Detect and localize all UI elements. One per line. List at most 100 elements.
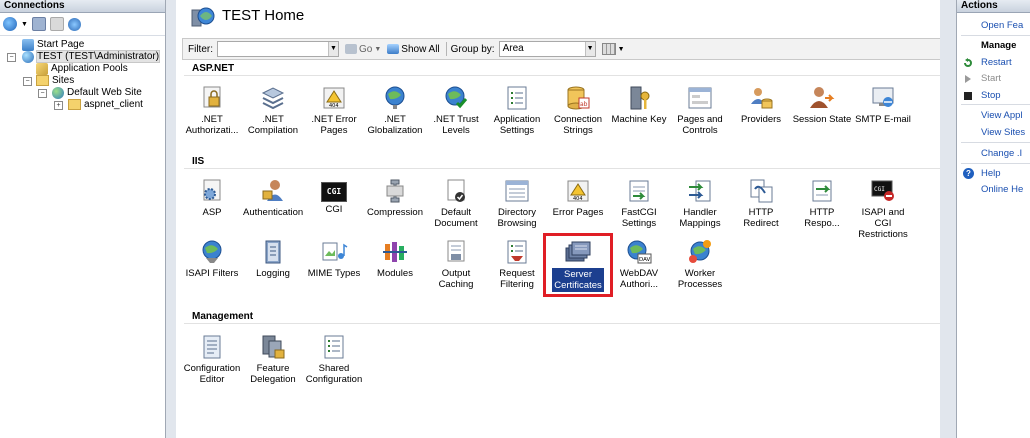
folder-icon [68,99,81,110]
restart-icon [963,58,973,68]
modules-icon [381,238,409,266]
collapse-toggle-default-web-site[interactable]: − [38,89,47,98]
worker-globe-icon [686,238,714,266]
tree-node-aspnet-client[interactable]: aspnet_client [68,98,143,111]
features-view: TEST Home Filter: ▼ Go ▼ Show All Group … [176,0,942,438]
chevron-down-icon[interactable]: ▼ [328,42,338,56]
go-icon [345,44,357,54]
feature-net-error-pages[interactable]: 404 .NET Error Pages [304,84,364,136]
disconnect-icon[interactable] [67,17,81,31]
feature-configuration-editor[interactable]: Configuration Editor [182,333,242,385]
feature-isapi-cgi-restrictions[interactable]: CGI ISAPI and CGI Restrictions [853,177,913,240]
window-controls-icon [686,84,714,112]
browser-list-icon [503,177,531,205]
view-sites-link[interactable]: View Sites [981,127,1025,138]
clamp-icon [381,177,409,205]
start-link[interactable]: Start [981,73,1001,84]
feature-session-state[interactable]: Session State [792,84,852,125]
feature-modules[interactable]: Modules [365,238,425,279]
section-management: Management [192,311,254,322]
chevron-down-icon[interactable]: ▼ [21,21,28,28]
feature-net-trust-levels[interactable]: .NET Trust Levels [426,84,486,136]
stop-link[interactable]: Stop [981,90,1001,101]
view-mode-button[interactable]: ▼ [601,43,625,55]
chevron-down-icon[interactable]: ▼ [584,42,595,56]
chevron-down-icon: ▼ [374,45,382,53]
feature-machine-key[interactable]: Machine Key [609,84,669,125]
feature-fastcgi-settings[interactable]: FastCGI Settings [609,177,669,229]
mapping-arrows-icon [686,177,714,205]
feature-connection-strings[interactable]: ab Connection Strings [548,84,608,136]
feature-output-caching[interactable]: Output Caching [426,238,486,290]
sites-folder-icon [36,75,49,86]
feature-default-document[interactable]: Default Document [426,177,486,229]
log-book-icon [259,238,287,266]
actions-pane: Actions Open Fea Manage Restart Start St… [956,0,1030,438]
feature-server-certificates[interactable]: Server Certificates [543,233,613,297]
online-help-link[interactable]: Online He [981,184,1023,195]
go-button[interactable]: Go ▼ [345,44,381,55]
feature-directory-browsing[interactable]: Directory Browsing [487,177,547,229]
lock-document-icon [198,84,226,112]
pane-splitter-left[interactable] [166,0,176,438]
feature-webdav-authoring[interactable]: DAV WebDAV Authori... [609,238,669,290]
section-iis: IIS [192,156,205,167]
users-database-icon [747,84,775,112]
show-all-button[interactable]: Show All [387,44,440,55]
expand-toggle-aspnet-client[interactable]: + [54,101,63,110]
application-pools-icon [36,62,48,75]
feature-compression[interactable]: Compression [365,177,425,218]
connect-icon[interactable] [3,17,17,31]
group-by-select[interactable]: Area ▼ [498,41,596,57]
feature-providers[interactable]: Providers [731,84,791,125]
feature-handler-mappings[interactable]: Handler Mappings [670,177,730,229]
server-home-icon [190,4,216,30]
section-divider [184,323,940,324]
feature-pages-and-controls[interactable]: Pages and Controls [670,84,730,136]
section-aspnet: ASP.NET [192,63,235,74]
feature-asp[interactable]: ASP [182,177,242,218]
feature-net-globalization[interactable]: .NET Globalization [365,84,425,136]
collapse-toggle-server[interactable]: − [7,53,16,62]
filter-list-icon [503,238,531,266]
chevron-down-icon: ▼ [617,45,625,53]
globe-icon [52,86,64,99]
filter-label: Filter: [188,43,213,55]
feature-logging[interactable]: Logging [243,238,303,279]
view-grid-icon [601,43,616,55]
cgi-icon: CGI [321,182,347,202]
svg-text:404: 404 [573,196,583,202]
feature-http-response-headers[interactable]: HTTP Respo... [792,177,852,229]
pane-splitter-right[interactable] [940,0,956,438]
feature-cgi[interactable]: CGI CGI [304,177,364,215]
up-icon[interactable] [49,17,64,31]
help-link[interactable]: Help [981,168,1001,179]
restart-link[interactable]: Restart [981,57,1012,68]
feature-http-redirect[interactable]: HTTP Redirect [731,177,791,229]
view-application-pools-link[interactable]: View Appl [981,110,1023,121]
globe-filter-icon [198,238,226,266]
feature-authentication[interactable]: Authentication [243,177,303,218]
database-icon: ab [564,84,592,112]
save-icon[interactable] [31,17,46,31]
feature-mime-types[interactable]: MIME Types [304,238,364,279]
feature-application-settings[interactable]: Application Settings [487,84,547,136]
feature-smtp-email[interactable]: SMTP E-mail [853,84,913,125]
filter-input[interactable]: ▼ [217,41,339,57]
certificates-icon [564,238,592,266]
feature-error-pages[interactable]: 404 Error Pages [548,177,608,218]
feature-delegation[interactable]: Feature Delegation [243,333,303,385]
feature-net-authorization[interactable]: .NET Authorizati... [182,84,242,136]
feature-net-compilation[interactable]: .NET Compilation [243,84,303,136]
open-feature-link[interactable]: Open Fea [981,20,1023,31]
actions-divider [961,104,1030,105]
feature-shared-configuration[interactable]: Shared Configuration [304,333,364,385]
start-icon [963,74,973,84]
feature-request-filtering[interactable]: Request Filtering [487,238,547,290]
collapse-toggle-sites[interactable]: − [23,77,32,86]
actions-divider [961,35,1030,36]
feature-isapi-filters[interactable]: ISAPI Filters [182,238,242,279]
stop-icon [963,91,973,101]
change-net-framework-link[interactable]: Change .I [981,148,1022,159]
feature-worker-processes[interactable]: Worker Processes [670,238,730,290]
